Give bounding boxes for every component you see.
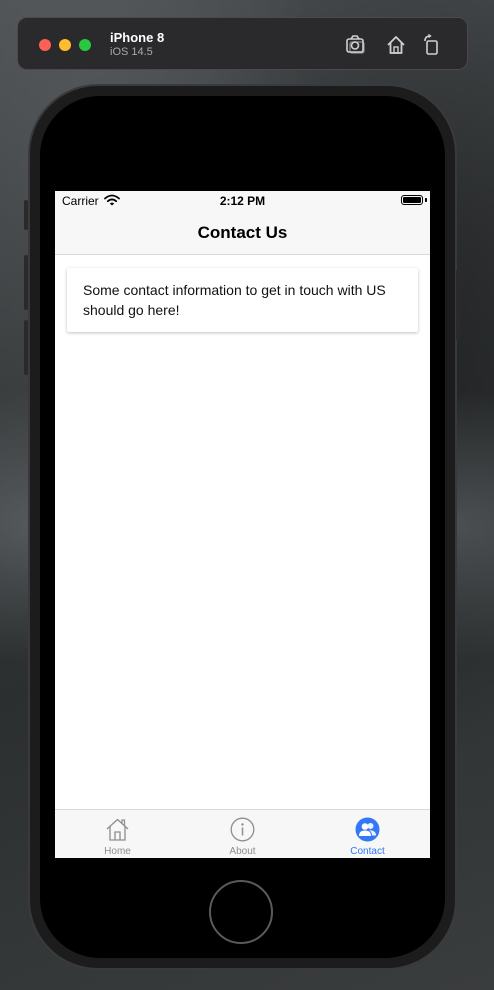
status-bar: Carrier 2:12 PM [55, 191, 430, 211]
zoom-window-button[interactable] [79, 39, 91, 51]
contacts-icon [355, 817, 380, 842]
tab-bar: Home About Contact [55, 809, 430, 858]
screenshot-icon[interactable] [345, 34, 367, 56]
volume-up-button [24, 255, 28, 310]
tab-contact[interactable]: Contact [305, 810, 430, 858]
hardware-home-button[interactable] [209, 880, 273, 944]
tab-home[interactable]: Home [55, 810, 180, 858]
app-screen: Carrier 2:12 PM Contact Us Some contact … [55, 191, 430, 858]
power-button [456, 270, 460, 340]
volume-down-button [24, 320, 28, 375]
tab-about-label: About [229, 846, 256, 857]
tab-about[interactable]: About [180, 810, 305, 858]
page-title: Contact Us [197, 223, 288, 242]
rotate-icon[interactable] [421, 34, 443, 56]
house-icon [106, 818, 129, 841]
close-window-button[interactable] [39, 39, 51, 51]
tab-home-label: Home [104, 846, 131, 857]
battery-tip [425, 198, 427, 202]
mute-switch [24, 200, 28, 230]
contact-info-text: Some contact information to get in touch… [83, 282, 386, 318]
tab-contact-label: Contact [350, 846, 385, 857]
battery-icon [401, 195, 423, 205]
simulator-toolbar: iPhone 8 iOS 14.5 [17, 17, 468, 70]
minimize-window-button[interactable] [59, 39, 71, 51]
info-icon [230, 817, 255, 842]
contact-info-card: Some contact information to get in touch… [67, 268, 418, 332]
status-time: 2:12 PM [219, 194, 266, 208]
device-name: iPhone 8 [110, 30, 165, 45]
home-icon[interactable] [385, 34, 407, 56]
device-os-version: iOS 14.5 [110, 46, 153, 58]
navigation-bar: Contact Us [55, 211, 430, 255]
